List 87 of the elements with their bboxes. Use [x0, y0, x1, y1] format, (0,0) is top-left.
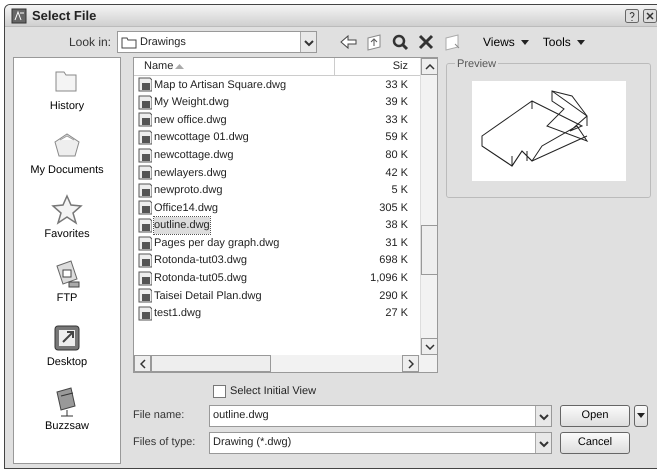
file-type-label: Files of type: [133, 435, 196, 450]
file-size: 290 K [378, 288, 409, 304]
window-title: Select File [32, 6, 96, 25]
scroll-up-button[interactable] [421, 58, 438, 75]
file-name-field[interactable]: outline.dwg [209, 404, 552, 426]
caret-icon [424, 64, 434, 70]
app-icon [11, 8, 27, 24]
file-icon [138, 130, 152, 146]
file-name[interactable]: Map to Artisan Square.dwg [154, 76, 286, 94]
place-documents-button[interactable]: My Documents [30, 130, 104, 194]
file-name[interactable]: My Weight.dwg [154, 94, 229, 111]
file-icon [138, 165, 152, 180]
back-icon[interactable] [339, 33, 357, 51]
file-name[interactable]: Rotonda-tut03.dwg [154, 252, 247, 269]
file-icon [138, 148, 152, 163]
scroll-left-button[interactable] [134, 355, 151, 372]
caret-icon [408, 358, 414, 368]
scrollbar-thumb[interactable] [151, 355, 271, 372]
file-size: 38 K [384, 218, 409, 234]
file-icon [138, 218, 152, 234]
place-favorites-button[interactable]: Favorites [44, 194, 90, 258]
file-icon [138, 112, 152, 128]
file-icon [138, 270, 152, 286]
file-size: 305 K [378, 200, 409, 216]
look-in-dropdown[interactable]: Drawings [117, 31, 317, 53]
file-name[interactable]: Rotonda-tut05.dwg [154, 270, 247, 287]
file-icon [138, 200, 152, 216]
file-size: 31 K [384, 236, 409, 251]
file-name[interactable]: newcottage.dwg [154, 146, 234, 164]
column-header[interactable]: Name [134, 58, 334, 75]
file-name[interactable]: outline.dwg [154, 217, 210, 234]
file-size: 39 K [384, 95, 409, 110]
file-name[interactable]: Office14.dwg [154, 200, 218, 216]
column-header[interactable]: Siz [334, 58, 410, 75]
place-ftp-button[interactable]: FTP [51, 258, 83, 322]
scrollbar-thumb[interactable] [421, 225, 438, 275]
file-name[interactable]: Taisei Detail Plan.dwg [154, 288, 262, 304]
caret-icon [520, 40, 529, 44]
file-size: 27 K [384, 306, 409, 322]
file-icon [138, 253, 152, 268]
file-size: 698 K [378, 253, 409, 268]
place-buzzsaw-button[interactable]: Buzzsaw [44, 386, 90, 450]
scroll-right-button[interactable] [402, 355, 419, 372]
file-name-label: File name: [133, 408, 186, 424]
file-size: 1,096 K [369, 271, 409, 286]
favorites-icon [51, 194, 83, 226]
scroll-down-button[interactable] [421, 338, 438, 355]
place-history-button[interactable]: History [50, 66, 84, 130]
file-size: 5 K [390, 183, 409, 198]
caret-icon [576, 40, 585, 44]
file-type-field[interactable]: Drawing (*.dwg) [209, 432, 552, 454]
file-name[interactable]: newlayers.dwg [154, 164, 227, 182]
sort-arrow-icon [175, 64, 184, 69]
file-icon [138, 77, 152, 92]
file-size: 42 K [384, 166, 409, 181]
checkbox-label: Select Initial View [230, 384, 316, 399]
open-options-button[interactable] [634, 404, 648, 426]
file-size: 33 K [384, 112, 409, 128]
file-icon [138, 94, 152, 110]
views-menu[interactable]: Views [483, 33, 515, 51]
open-button[interactable]: Open [560, 404, 630, 426]
checkbox[interactable] [213, 384, 226, 398]
file-icon [138, 236, 152, 251]
cancel-button[interactable]: Cancel [560, 432, 630, 454]
file-name[interactable]: Pages per day graph.dwg [154, 234, 280, 252]
caret-icon [637, 412, 645, 418]
close-icon[interactable] [643, 8, 657, 22]
look-in-label: Look in: [68, 34, 111, 51]
caret-icon [140, 358, 146, 368]
file-icon [138, 306, 152, 322]
file-name[interactable]: test1.dwg [154, 305, 202, 322]
place-desktop-button[interactable]: Desktop [46, 322, 88, 386]
file-name[interactable]: newproto.dwg [154, 182, 222, 199]
file-name[interactable]: newcottage 01.dwg [154, 129, 249, 146]
file-name[interactable]: new office.dwg [154, 112, 227, 128]
file-size: 59 K [384, 130, 409, 146]
file-icon [138, 288, 152, 304]
caret-icon [424, 344, 434, 350]
search-icon[interactable] [391, 33, 409, 51]
help-icon[interactable] [625, 8, 639, 22]
file-size: 80 K [384, 148, 409, 163]
file-icon [138, 182, 152, 198]
file-size: 33 K [384, 78, 409, 93]
delete-icon[interactable] [417, 33, 435, 51]
folder-icon [121, 36, 137, 48]
up-folder-icon[interactable] [365, 33, 383, 51]
tools-menu[interactable]: Tools [542, 33, 571, 51]
